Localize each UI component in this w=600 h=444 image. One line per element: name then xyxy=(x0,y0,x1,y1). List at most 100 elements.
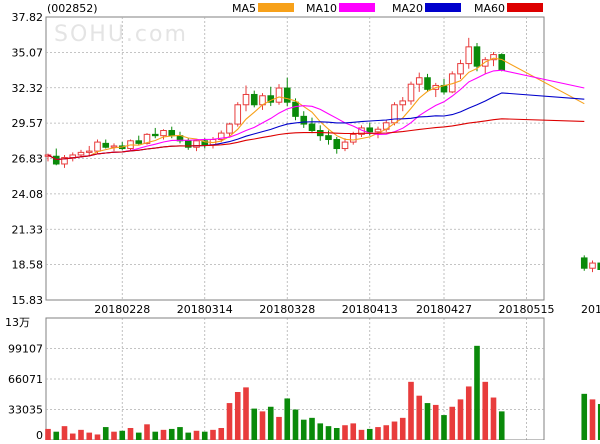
candle-body xyxy=(135,140,143,144)
price-tick-label: 15.83 xyxy=(12,294,44,307)
ma-legend: MA5 MA10 MA20 MA60 xyxy=(232,2,543,15)
candle-body xyxy=(160,130,167,137)
price-tick-label: 37.82 xyxy=(12,11,44,24)
volume-unit-label: 13万 xyxy=(5,316,30,329)
date-tick-label: 20180427 xyxy=(416,303,472,316)
candle-body xyxy=(580,257,588,269)
candle-body xyxy=(283,87,291,103)
volume-bar xyxy=(408,381,414,440)
volume-bar xyxy=(300,419,307,440)
candle-body xyxy=(151,133,159,137)
candle-body xyxy=(94,141,101,152)
candle-body xyxy=(168,130,176,137)
price-tick-label: 32.32 xyxy=(12,82,44,95)
volume-bar xyxy=(127,427,134,440)
candle-body xyxy=(589,262,596,269)
volume-bar xyxy=(152,431,159,440)
candle-body xyxy=(52,155,60,165)
volume-bar xyxy=(325,426,332,440)
ma-line-ma60 xyxy=(47,118,585,161)
volume-tick-label: 0 xyxy=(36,429,43,440)
candle-body xyxy=(242,93,250,106)
candle-body xyxy=(349,133,357,143)
kline-chart-panel: SOHU.com (002852) MA5 MA10 MA20 MA60 37.82 3… xyxy=(0,0,600,442)
volume-bar xyxy=(210,429,216,440)
volume-bar xyxy=(45,428,51,440)
volume-bar xyxy=(589,399,596,440)
candle-body xyxy=(333,139,341,150)
volume-bar xyxy=(53,431,60,440)
candle-body xyxy=(366,127,374,133)
volume-bar xyxy=(375,427,381,440)
date-tick-label: 20180529 xyxy=(581,303,600,316)
volume-bar xyxy=(218,427,225,440)
candle-body xyxy=(341,141,349,150)
volume-tick-label: 33035 xyxy=(8,404,43,417)
volume-bar xyxy=(449,406,456,440)
volume-bar xyxy=(86,432,93,440)
candle-body xyxy=(292,101,299,117)
volume-bar xyxy=(78,429,84,440)
volume-bar xyxy=(498,411,505,440)
candle-body xyxy=(250,93,258,106)
volume-tick-label: 66071 xyxy=(8,373,43,386)
volume-bar xyxy=(168,428,175,440)
volume-bar xyxy=(383,425,390,440)
candle-body xyxy=(85,150,93,153)
volume-bar xyxy=(441,415,447,440)
price-tick-label: 18.58 xyxy=(12,259,44,272)
volume-bar xyxy=(267,406,274,440)
legend-label-ma20: MA20 xyxy=(392,2,423,15)
volume-bar xyxy=(177,427,183,440)
volume-bar xyxy=(94,434,101,440)
candle-body xyxy=(226,123,233,134)
candle-body xyxy=(407,83,415,102)
candle-body xyxy=(498,54,506,71)
price-tick-label: 29.57 xyxy=(12,117,44,130)
volume-y-axis: 99107 66071 33035 0 xyxy=(8,342,43,442)
date-tick-label: 20180515 xyxy=(499,303,555,316)
volume-bar xyxy=(416,395,423,440)
candle-body xyxy=(374,128,382,133)
stock-code-label: (002852) xyxy=(47,2,98,15)
volume-bar xyxy=(432,404,439,440)
volume-bar xyxy=(317,423,324,440)
volume-bar xyxy=(160,429,167,440)
candle-body xyxy=(234,104,242,125)
volume-bar xyxy=(292,409,299,440)
legend-swatch-ma20 xyxy=(425,3,461,12)
candle-body xyxy=(275,87,283,103)
volume-bar xyxy=(358,429,365,440)
candle-body xyxy=(300,115,308,125)
sohu-watermark: SOHU.com xyxy=(54,22,188,47)
volume-bar xyxy=(474,345,480,440)
volume-bar xyxy=(399,417,406,440)
candle-body xyxy=(465,46,473,65)
price-tick-label: 21.33 xyxy=(12,223,44,236)
date-tick-label: 20180413 xyxy=(342,303,398,316)
volume-bar xyxy=(333,427,340,440)
legend-swatch-ma5 xyxy=(258,3,294,12)
volume-bar xyxy=(490,397,497,440)
volume-bar xyxy=(193,430,200,440)
volume-bar xyxy=(276,416,282,440)
volume-bar xyxy=(243,387,249,440)
volume-bar xyxy=(259,411,266,440)
candle-body xyxy=(424,77,431,90)
date-tick-label: 20180228 xyxy=(94,303,150,316)
volume-bar xyxy=(102,427,109,440)
legend-swatch-ma10 xyxy=(339,3,375,12)
candle-body xyxy=(391,104,398,124)
date-tick-label: 20180328 xyxy=(259,303,315,316)
volume-bar xyxy=(366,428,373,440)
volume-bar xyxy=(226,403,233,440)
volume-bar xyxy=(201,431,208,440)
volume-bar xyxy=(135,432,142,440)
volume-bar xyxy=(309,417,315,440)
volume-bar xyxy=(185,432,192,440)
volume-tick-label: 99107 xyxy=(8,342,43,355)
volume-bar xyxy=(69,433,76,440)
date-axis: 20180228 20180314 20180328 20180413 20180427… xyxy=(94,303,600,316)
volume-bar xyxy=(119,430,126,440)
volume-bar xyxy=(465,386,472,440)
